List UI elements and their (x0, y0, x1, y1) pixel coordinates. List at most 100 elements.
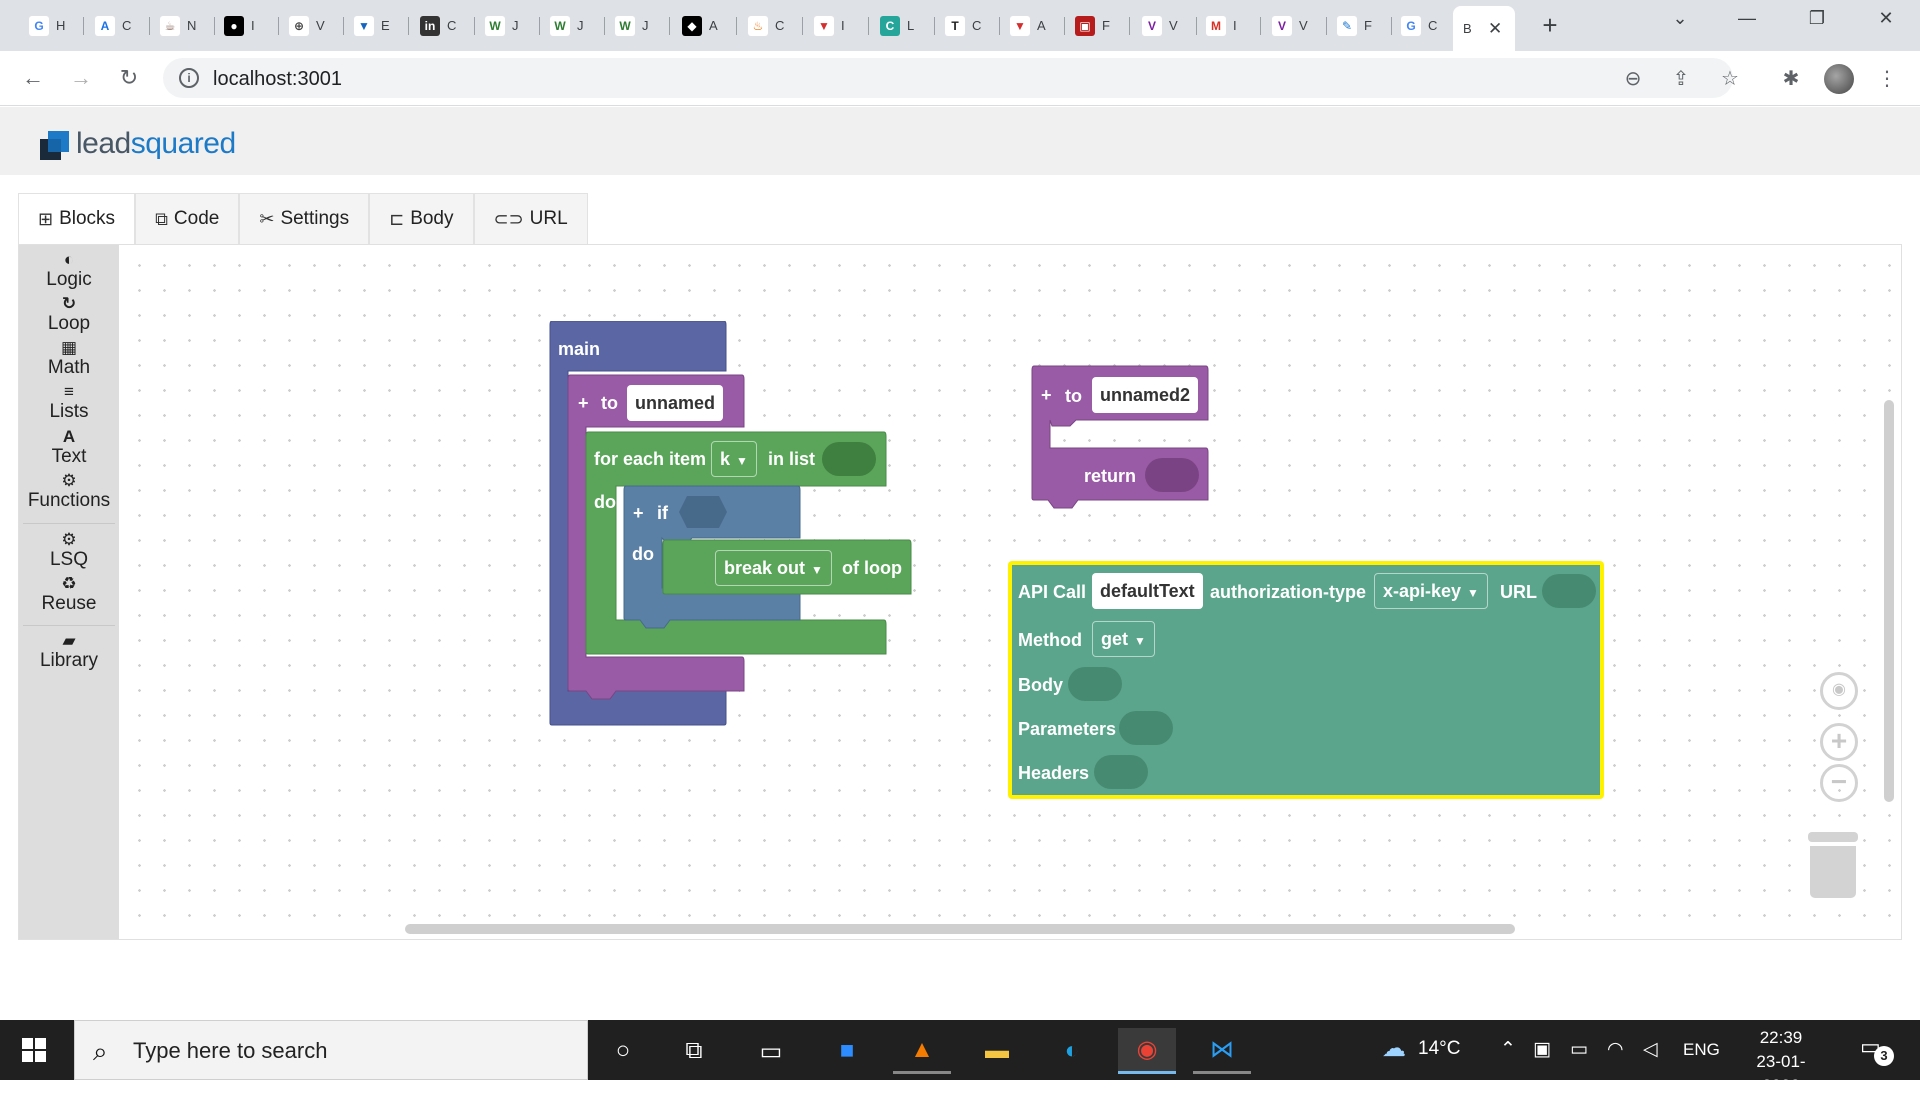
toolbox-category-library[interactable]: ▰ Library (19, 632, 119, 672)
browser-tab[interactable]: ⊕ V (279, 8, 345, 43)
browser-tab[interactable]: VV (1262, 8, 1328, 43)
vertical-scrollbar[interactable] (1884, 400, 1894, 802)
notification-icon[interactable]: ▭ 3 (1860, 1034, 1894, 1066)
browser-tab-active[interactable]: B ✕ (1453, 6, 1515, 51)
procedure2-plus-icon[interactable]: + (1041, 385, 1052, 406)
tab-search-icon[interactable]: ⌄ (1660, 8, 1700, 29)
browser-tab[interactable]: ◆ A (672, 8, 738, 43)
back-icon[interactable]: ← (18, 63, 48, 93)
new-tab-button[interactable]: + (1536, 10, 1564, 40)
toolbox-category-math[interactable]: ▦ Math (19, 339, 119, 379)
foreach-variable-dropdown[interactable]: k ▼ (711, 441, 757, 477)
profile-avatar[interactable] (1824, 64, 1854, 94)
weather-icon[interactable]: ☁ (1382, 1034, 1406, 1063)
tray-app-icon[interactable]: ▣ (1533, 1038, 1551, 1061)
browser-tab[interactable]: WJ (605, 8, 671, 43)
taskbar-clock[interactable]: 22:39 23-01-2022 (1738, 1026, 1824, 1098)
browser-tab[interactable]: ▼ A (1000, 8, 1066, 43)
cortana-icon[interactable]: ○ (594, 1028, 652, 1074)
volume-icon[interactable]: ◁ (1643, 1038, 1658, 1061)
language-indicator[interactable]: ENG (1683, 1040, 1720, 1060)
zoom-app-icon[interactable]: ■ (818, 1028, 876, 1074)
tab-url[interactable]: ⊂⊃ URL (473, 193, 588, 244)
return-input-slot[interactable] (1145, 458, 1199, 492)
tab-body[interactable]: ⊏ Body (369, 193, 474, 244)
browser-tab[interactable]: MI (1196, 8, 1262, 43)
browser-tab[interactable]: ▼ I (804, 8, 870, 43)
browser-tab[interactable]: WJ (475, 8, 541, 43)
url-input-slot[interactable] (1542, 574, 1596, 608)
list-input-slot[interactable] (822, 442, 876, 476)
toolbox-category-lsq[interactable]: ⚙ LSQ (19, 531, 119, 571)
tab-code[interactable]: ⧉ Code (135, 193, 240, 244)
recenter-icon[interactable]: ◉ (1820, 672, 1858, 710)
zoom-in-icon[interactable]: + (1820, 723, 1858, 761)
battery-icon[interactable]: ▭ (1570, 1038, 1588, 1061)
horizontal-scrollbar[interactable] (405, 924, 1515, 934)
weather-temp[interactable]: 14°C (1418, 1038, 1460, 1060)
browser-menu-icon[interactable]: ⋮ (1874, 65, 1900, 91)
zoom-out-icon[interactable]: − (1820, 764, 1858, 802)
condition-input-slot[interactable] (677, 494, 729, 530)
toolbox-category-text[interactable]: A Text (19, 428, 119, 468)
browser-tab[interactable]: VV (1132, 8, 1198, 43)
vscode-icon[interactable]: ⋈ (1193, 1028, 1251, 1074)
authorization-type-dropdown[interactable]: x-api-key ▼ (1374, 573, 1488, 609)
toolbox-category-lists[interactable]: ≡ Lists (19, 383, 119, 423)
browser-tab[interactable]: ▣ F (1065, 8, 1131, 43)
tab-blocks[interactable]: ⊞ Blocks (18, 193, 136, 244)
browser-tab[interactable]: WJ (540, 8, 606, 43)
extensions-icon[interactable]: ✱ (1778, 65, 1804, 91)
headers-input-slot[interactable] (1094, 755, 1148, 789)
browser-tab[interactable]: ● I (214, 8, 280, 43)
procedure-name-field[interactable]: unnamed (627, 385, 724, 421)
browser-tab[interactable]: ✎ F (1327, 8, 1393, 43)
site-info-icon[interactable]: i (179, 68, 199, 88)
browser-tab[interactable]: CL (870, 8, 936, 43)
file-explorer-icon[interactable]: ▬ (968, 1028, 1026, 1074)
browser-tab[interactable]: AC (85, 8, 151, 43)
api-name-field[interactable]: defaultText (1092, 573, 1203, 609)
procedure-plus-icon[interactable]: + (578, 393, 589, 414)
share-icon[interactable]: ⇪ (1668, 65, 1694, 91)
taskbar-search[interactable]: ⌕ Type here to search (74, 1020, 588, 1080)
address-url[interactable]: localhost:3001 (213, 68, 342, 91)
task-view-icon[interactable]: ⧉ (665, 1028, 723, 1074)
restore-button[interactable]: ❐ (1797, 8, 1837, 29)
method-dropdown[interactable]: get ▼ (1092, 621, 1155, 657)
terminal-icon[interactable]: ▭ (742, 1028, 800, 1074)
browser-tab[interactable]: GH (19, 8, 85, 43)
browser-tab[interactable]: ☕ N (150, 8, 216, 43)
windows-start-icon[interactable] (22, 1038, 46, 1062)
if-plus-icon[interactable]: + (633, 503, 644, 524)
breakout-dropdown[interactable]: break out ▼ (715, 550, 832, 586)
address-bar[interactable]: i localhost:3001 (163, 58, 1733, 98)
browser-tab[interactable]: ♨ C (738, 8, 804, 43)
toolbox-category-reuse[interactable]: ♻ Reuse (19, 575, 119, 615)
forward-icon[interactable]: → (66, 63, 96, 93)
browser-tab[interactable]: ▼ E (344, 8, 410, 43)
toolbox-category-functions[interactable]: ⚙ Functions (19, 472, 119, 512)
close-tab-icon[interactable]: ✕ (1488, 19, 1502, 39)
parameters-input-slot[interactable] (1119, 711, 1173, 745)
trash-icon[interactable] (1810, 846, 1856, 898)
reload-icon[interactable]: ↻ (114, 63, 144, 93)
browser-tab[interactable]: TC (935, 8, 1001, 43)
close-window-button[interactable]: ✕ (1866, 8, 1906, 29)
tray-overflow-icon[interactable]: ⌃ (1500, 1038, 1516, 1061)
body-input-slot[interactable] (1068, 667, 1122, 701)
zoom-icon[interactable]: ⊖ (1620, 65, 1646, 91)
toolbox-category-loop[interactable]: ↻ Loop (19, 295, 119, 335)
blockly-workspace[interactable]: ◐ Logic ↻ Loop ▦ Math ≡ Lists A Text ⚙ Functio… (18, 244, 1902, 940)
browser-tab[interactable]: in C (410, 8, 476, 43)
app-icon[interactable]: ▲ (893, 1028, 951, 1074)
toolbox-category-logic[interactable]: ◐ Logic (19, 251, 119, 291)
edge-icon[interactable]: ◐ (1043, 1028, 1101, 1074)
bookmark-star-icon[interactable]: ☆ (1717, 65, 1743, 91)
procedure2-name-field[interactable]: unnamed2 (1092, 377, 1199, 413)
wifi-icon[interactable]: ◠ (1607, 1038, 1624, 1061)
browser-tab[interactable]: GC (1391, 8, 1457, 43)
tab-settings[interactable]: ✂ Settings (239, 193, 370, 244)
minimize-button[interactable]: — (1727, 8, 1767, 29)
chrome-icon[interactable]: ◉ (1118, 1028, 1176, 1074)
